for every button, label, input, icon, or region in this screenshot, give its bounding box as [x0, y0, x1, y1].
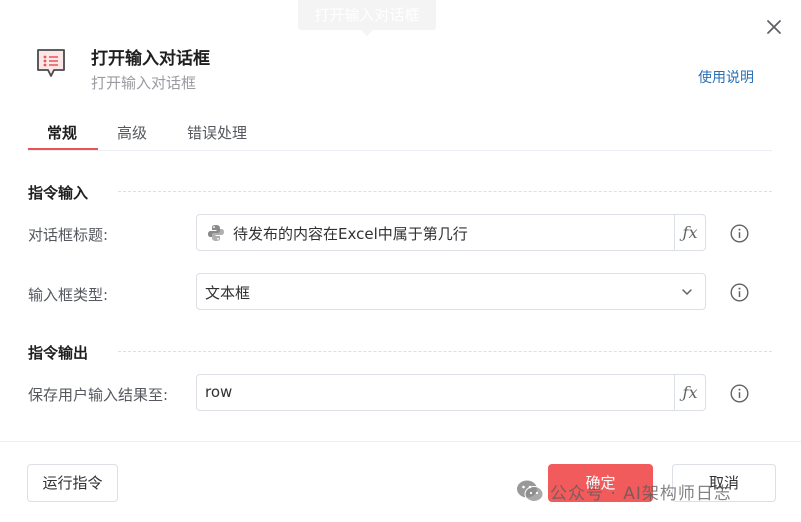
field-label-save-result: 保存用户输入结果至:	[28, 386, 169, 404]
section-title-output: 指令输出	[28, 344, 89, 362]
tab-bar: 常规 高级 错误处理	[28, 118, 772, 151]
chevron-down-icon	[682, 289, 692, 295]
dialog-subtitle: 打开输入对话框	[91, 74, 197, 92]
footer-divider	[0, 441, 801, 442]
section-title-input: 指令输入	[28, 184, 89, 202]
run-command-button[interactable]: 运行指令	[27, 464, 118, 502]
info-icon[interactable]	[730, 283, 749, 302]
python-icon	[208, 225, 224, 241]
close-icon	[767, 20, 781, 34]
dialog-title-value: 待发布的内容在Excel中属于第几行	[233, 225, 468, 243]
input-type-select[interactable]: 文本框	[196, 273, 706, 310]
watermark: 公众号 · AI架构师日志	[516, 478, 732, 504]
tooltip: 打开输入对话框	[298, 0, 436, 30]
info-icon[interactable]	[730, 384, 749, 403]
tooltip-arrow	[361, 30, 373, 36]
fx-button[interactable]: ƒx	[674, 375, 705, 410]
tab-error-handling[interactable]: 错误处理	[187, 122, 247, 143]
close-button[interactable]	[763, 16, 785, 38]
tab-advanced[interactable]: 高级	[117, 122, 147, 143]
info-icon[interactable]	[730, 224, 749, 243]
dialog-command-icon	[34, 46, 68, 80]
input-type-value: 文本框	[205, 284, 251, 302]
dialog-title: 打开输入对话框	[91, 49, 210, 69]
field-label-input-type: 输入框类型:	[28, 286, 109, 304]
section-divider	[118, 191, 772, 192]
save-result-input[interactable]: row ƒx	[196, 374, 706, 411]
dialog-title-input[interactable]: 待发布的内容在Excel中属于第几行 ƒx	[196, 214, 706, 251]
wechat-icon	[517, 480, 544, 502]
save-result-value: row	[205, 383, 233, 401]
active-tab-indicator	[28, 148, 98, 150]
watermark-text: 公众号 · AI架构师日志	[550, 483, 732, 504]
section-divider	[118, 351, 772, 352]
help-link[interactable]: 使用说明	[698, 67, 754, 87]
tab-general[interactable]: 常规	[47, 122, 77, 143]
fx-button[interactable]: ƒx	[674, 215, 705, 250]
field-label-dialog-title: 对话框标题:	[28, 226, 109, 244]
